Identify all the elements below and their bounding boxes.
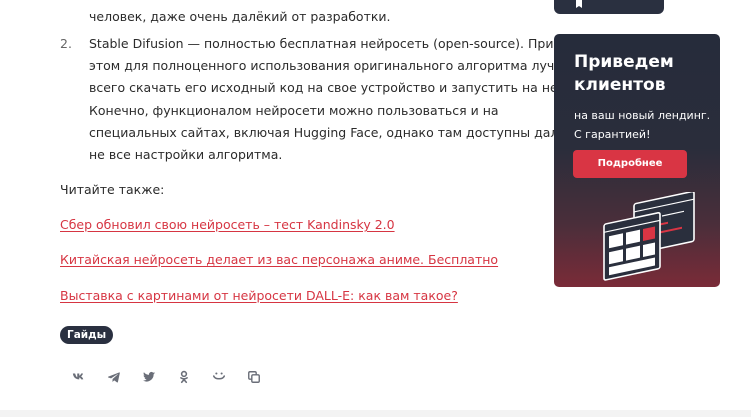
banner-more-button[interactable]: Подробнее — [573, 150, 687, 178]
yandex-zen-icon[interactable] — [212, 368, 247, 386]
telegram-icon[interactable] — [107, 368, 142, 386]
related-link[interactable]: Сбер обновил свою нейросеть – тест Kandi… — [60, 215, 395, 235]
read-also-heading: Читайте также: — [60, 182, 165, 197]
list-item-line: этом для полноценного использования ориг… — [89, 58, 574, 74]
list-item-text: Stable Difusion — полностью бесплатная н… — [89, 33, 582, 166]
vk-icon[interactable] — [72, 368, 107, 386]
list-item-line: всего скачать его исходный код на свое у… — [89, 80, 572, 96]
banner-title: Приведем клиентов — [574, 52, 674, 95]
list-item-line: Конечно, функционалом нейросети можно по… — [89, 102, 499, 118]
bookmark-icon — [576, 0, 582, 8]
share-bar — [72, 368, 282, 386]
tag-badge[interactable]: Гайды — [60, 326, 114, 344]
page-bottom-gap — [0, 410, 751, 417]
sidebar-top-button[interactable] — [554, 0, 664, 14]
list-item-number: 2. — [60, 36, 72, 51]
list-item-line: специальных сайтах, включая Hugging Face… — [89, 124, 582, 140]
related-link[interactable]: Выставка с картинами от нейросети DALL-E… — [60, 286, 458, 306]
odnoklassniki-icon[interactable] — [177, 368, 212, 386]
paragraph-fragment: человек, даже очень далёкий от разработк… — [89, 9, 391, 24]
related-link[interactable]: Китайская нейросеть делает из вас персон… — [60, 250, 498, 270]
list-item-line: Stable Difusion — полностью бесплатная н… — [89, 36, 554, 51]
banner-subtitle: на ваш новый лендинг. С гарантией! — [574, 109, 711, 141]
copy-link-icon[interactable] — [247, 368, 282, 386]
twitter-icon[interactable] — [142, 368, 177, 386]
promo-banner[interactable]: Приведем клиентов на ваш новый лендинг. … — [554, 34, 720, 287]
browser-windows-illustration — [603, 192, 695, 281]
page: человек, даже очень далёкий от разработк… — [0, 0, 751, 417]
list-item-line: не все настройки алгоритма. — [89, 147, 283, 163]
